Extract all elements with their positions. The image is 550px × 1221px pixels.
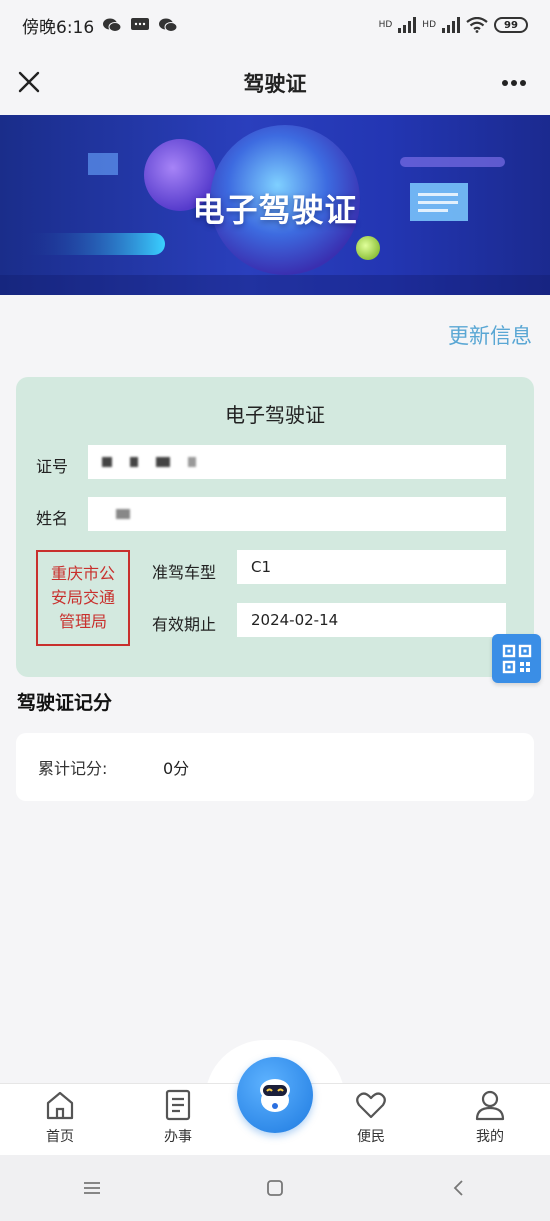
name-label: 姓名 (36, 509, 69, 528)
tab-profile[interactable]: 我的 (455, 1088, 525, 1150)
id-number-field (88, 445, 506, 479)
stamp-line: 重庆市公 (50, 564, 115, 583)
stamp-line: 管理局 (58, 612, 107, 631)
points-value: 0分 (163, 759, 190, 778)
message-icon (131, 18, 150, 30)
vehicle-class-label: 准驾车型 (152, 563, 217, 582)
signal-icon (442, 17, 460, 33)
points-card: 累计记分: 0分 (16, 733, 534, 801)
vehicle-class-field: C1 (237, 550, 506, 584)
menu-icon (83, 1182, 100, 1194)
wechat-icon (159, 18, 178, 32)
name-field (88, 497, 506, 531)
expiry-field: 2024-02-14 (237, 603, 506, 637)
back-nav-button[interactable] (428, 1168, 488, 1208)
more-button[interactable] (498, 68, 530, 98)
qr-code-icon (502, 644, 531, 673)
redacted-mark (116, 509, 130, 519)
expiry-label: 有效期止 (152, 615, 217, 634)
back-icon (454, 1180, 463, 1196)
more-icon (502, 80, 526, 86)
assistant-button[interactable] (237, 1057, 313, 1133)
home-nav-button[interactable] (245, 1168, 305, 1208)
id-number-label: 证号 (36, 457, 69, 476)
robot-assistant-icon (260, 1079, 290, 1112)
menu-nav-button[interactable] (62, 1168, 122, 1208)
signal-icon (398, 17, 417, 33)
qr-code-button[interactable] (492, 634, 541, 683)
points-section-title: 驾驶证记分 (17, 692, 113, 714)
update-info-link[interactable]: 更新信息 (448, 320, 532, 350)
user-icon (475, 1090, 505, 1121)
battery-icon: 99 (494, 17, 528, 33)
tab-convenience[interactable]: 便民 (336, 1088, 406, 1150)
redacted-mark (156, 457, 170, 467)
redacted-mark (130, 457, 138, 467)
license-card-title: 电子驾驶证 (225, 403, 325, 427)
redacted-mark (102, 457, 112, 467)
document-icon (165, 1089, 191, 1121)
tab-services[interactable]: 办事 (143, 1088, 213, 1150)
tab-label: 我的 (476, 1129, 504, 1145)
license-card: 电子驾驶证 证号 姓名 重庆市公 安局交通 管理局 准驾车型 C1 有效期止 2… (16, 377, 534, 677)
wifi-icon (466, 17, 488, 33)
tab-label: 首页 (46, 1129, 74, 1145)
banner: 电子驾驶证 (0, 115, 550, 295)
network-label: HD (422, 20, 436, 30)
stamp-line: 安局交通 (50, 588, 115, 607)
close-button[interactable] (14, 64, 44, 100)
issuing-authority-stamp: 重庆市公 安局交通 管理局 (36, 550, 130, 646)
heart-icon (356, 1092, 386, 1119)
redacted-mark (188, 457, 196, 467)
network-label: HD (378, 20, 393, 30)
wechat-icon (103, 18, 122, 32)
system-nav-bar (0, 1155, 550, 1221)
title-bar: 驾驶证 (0, 50, 550, 115)
status-time: 傍晚6:16 (22, 17, 95, 38)
tab-label: 办事 (164, 1129, 192, 1145)
home-icon (46, 1091, 74, 1120)
square-icon (267, 1180, 283, 1196)
tab-label: 便民 (357, 1129, 385, 1145)
points-label: 累计记分: (38, 759, 108, 778)
banner-title: 电子驾驶证 (192, 191, 358, 229)
tab-home[interactable]: 首页 (25, 1088, 95, 1150)
status-bar: 傍晚6:16 HD HD 99 (0, 0, 550, 50)
close-icon (18, 71, 40, 93)
page-title: 驾驶证 (243, 71, 307, 96)
